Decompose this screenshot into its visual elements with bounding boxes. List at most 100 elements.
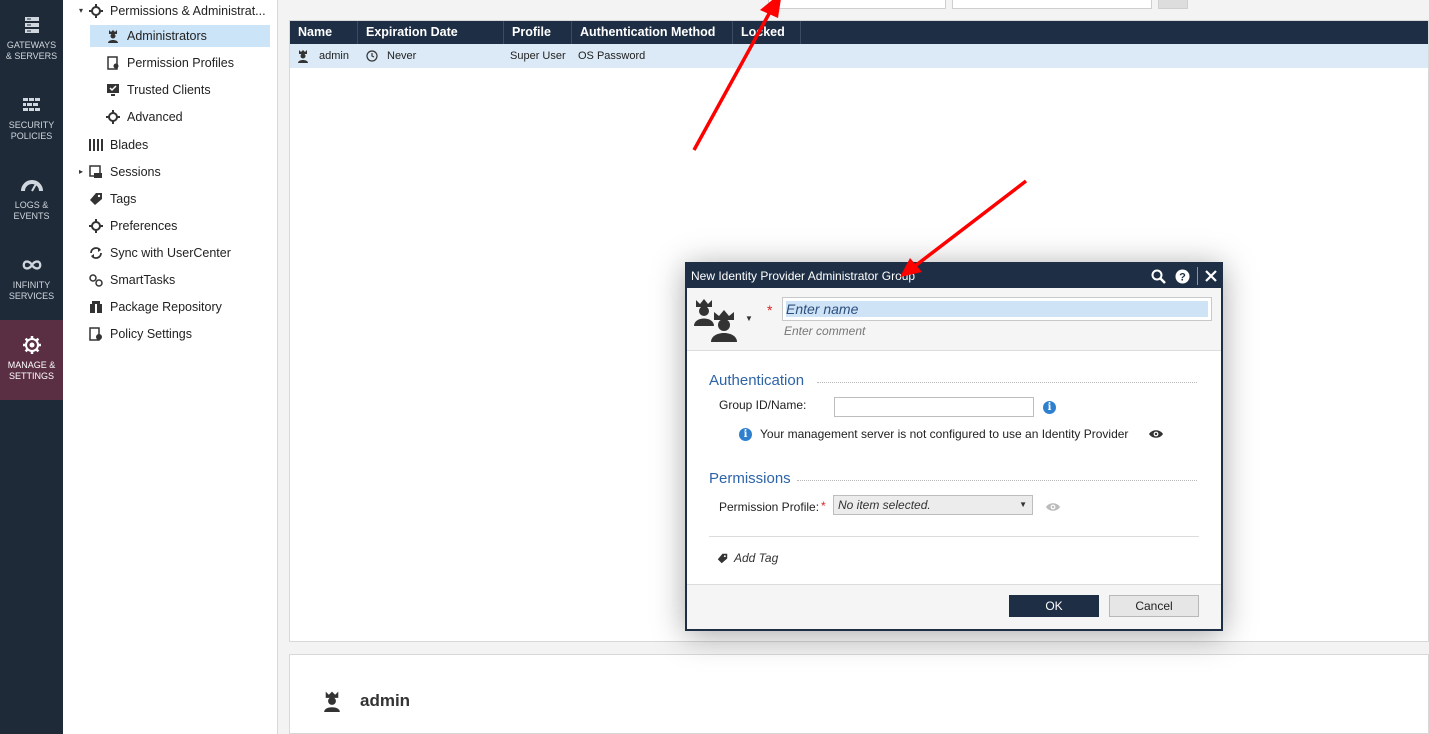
admin-group-icon[interactable] [694,296,740,345]
permission-profile-label: Permission Profile: [719,500,820,514]
admin-icon [105,28,121,44]
divider [709,536,1199,537]
tree-item-label: Preferences [110,219,178,233]
ok-button[interactable]: OK [1009,595,1099,617]
tree-item-tags[interactable]: Tags [88,188,136,210]
settings-tree: ▾ Permissions & Administrat... Administr… [63,0,278,734]
dialog-header: ▼ * Enter comment [687,288,1221,351]
tree-item-sync-usercenter[interactable]: Sync with UserCenter [88,242,231,264]
permissions-section-title: Permissions [709,470,791,487]
rail-gateways-servers[interactable]: GATEWAYS & SERVERS [0,14,63,62]
gear-icon [88,218,104,234]
dialog-footer: OK Cancel [687,584,1221,629]
svg-text:?: ? [1179,271,1186,283]
clock-icon [366,50,378,62]
eye-icon[interactable] [1148,428,1164,443]
cancel-button[interactable]: Cancel [1109,595,1199,617]
tree-item-policy-settings[interactable]: Policy Settings [88,323,192,345]
help-icon[interactable]: ? [1173,267,1191,285]
authentication-section-title: Authentication [709,372,805,389]
column-header-name[interactable]: Name [290,21,358,44]
rail-label: MANAGE & SETTINGS [7,360,56,381]
rail-security-policies[interactable]: SECURITY POLICIES [0,94,63,142]
tree-item-permission-profiles[interactable]: Permission Profiles [105,52,234,74]
tree-item-administrators[interactable]: Administrators [90,25,270,47]
nav-rail: GATEWAYS & SERVERS SECURITY POLICIES LOG… [0,0,63,734]
sync-icon [88,245,104,261]
sessions-icon [88,164,104,180]
dialog-title: New Identity Provider Administrator Grou… [691,269,916,283]
new-idp-admin-group-dialog: New Identity Provider Administrator Grou… [685,262,1223,631]
profile-icon [105,55,121,71]
rail-infinity-services[interactable]: INFINITY SERVICES [0,254,63,302]
add-tag-label: Add Tag [734,551,779,565]
toolbar-button[interactable] [1158,0,1188,9]
close-icon[interactable] [1202,267,1220,285]
tree-item-label: Permissions & Administrat... [110,4,266,18]
gear-icon [105,109,121,125]
expand-caret-icon[interactable]: ▸ [79,167,83,176]
row-auth-method: OS Password [578,50,646,62]
tree-item-sessions[interactable]: Sessions [88,161,161,183]
search-icon[interactable] [1149,267,1167,285]
rail-label: SECURITY POLICIES [8,120,55,141]
column-header-locked[interactable]: Locked [733,21,801,44]
tree-item-label: Advanced [127,110,183,124]
titlebar-divider [1197,267,1198,285]
gear-icon [21,334,43,356]
chevron-down-icon[interactable]: ▼ [745,314,753,323]
collapse-caret-icon[interactable]: ▾ [79,6,83,15]
monitor-check-icon [105,82,121,98]
tree-item-label: Policy Settings [110,327,192,341]
tree-item-label: Tags [110,192,137,206]
tree-item-label: Sync with UserCenter [110,246,231,260]
tree-item-preferences[interactable]: Preferences [88,215,177,237]
tree-item-smarttasks[interactable]: SmartTasks [88,269,175,291]
servers-icon [21,14,43,36]
firewall-icon [21,94,43,116]
admin-icon [322,690,342,715]
name-input[interactable] [782,297,1212,321]
column-header-profile[interactable]: Profile [504,21,572,44]
rail-label: INFINITY SERVICES [8,280,55,301]
eye-icon [1045,501,1061,516]
tree-item-blades[interactable]: Blades [88,134,148,156]
permission-profile-select[interactable]: No item selected. ▼ [833,495,1033,515]
row-profile: Super User [510,50,566,62]
tree-item-label: Package Repository [110,300,222,314]
add-tag-link[interactable]: Add Tag [717,551,778,565]
details-title: admin [360,691,411,710]
blades-icon [88,137,104,153]
idp-not-configured-note: Your management server is not configured… [760,427,1129,441]
tree-item-label: Administrators [127,29,207,43]
tree-item-trusted-clients[interactable]: Trusted Clients [105,79,211,101]
comment-field[interactable]: Enter comment [784,324,865,338]
admin-icon [297,49,309,63]
tree-item-package-repository[interactable]: Package Repository [88,296,222,318]
gear-icon [88,3,104,19]
tree-item-label: Blades [110,138,149,152]
group-id-input[interactable] [834,397,1034,417]
tag-icon [717,553,728,564]
table-row[interactable]: admin Never Super User OS Password [290,44,1428,68]
column-header-auth-method[interactable]: Authentication Method [572,21,733,44]
search-field[interactable] [952,0,1152,9]
tree-item-label: Permission Profiles [127,56,234,70]
rail-logs-events[interactable]: LOGS & EVENTS [0,174,63,222]
rail-manage-settings[interactable]: MANAGE & SETTINGS [0,320,63,400]
tree-item-permissions[interactable]: Permissions & Administrat... [88,0,266,22]
section-divider [817,382,1197,383]
info-icon: i [739,428,752,441]
dialog-titlebar: New Identity Provider Administrator Grou… [687,264,1221,288]
table-header: Name Expiration Date Profile Authenticat… [290,21,1428,44]
tag-icon [88,191,104,207]
policy-icon [88,326,104,342]
column-header-expiration[interactable]: Expiration Date [358,21,504,44]
tree-item-label: Trusted Clients [127,83,211,97]
gears-icon [88,272,104,288]
group-id-label: Group ID/Name: [719,398,807,412]
tree-item-advanced[interactable]: Advanced [105,106,183,128]
info-icon[interactable]: i [1043,401,1056,414]
toolbar-field[interactable] [768,0,946,9]
rail-label: GATEWAYS & SERVERS [5,40,58,61]
